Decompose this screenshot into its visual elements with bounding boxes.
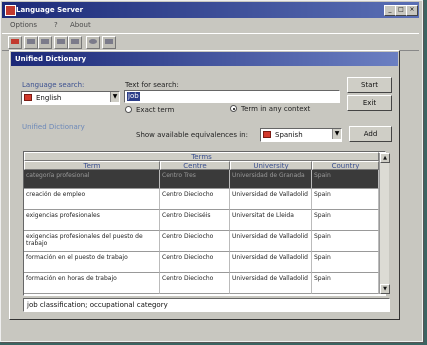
cell-term: exigencias profesionales: [24, 210, 160, 231]
table-row[interactable]: formación en el puesto de trabajo Centro…: [24, 252, 379, 273]
cell-university: Universidad de Valladolid: [230, 273, 312, 294]
cell-term: formación en horas de trabajo: [24, 273, 160, 294]
status-text: job classification; occupational categor…: [27, 301, 168, 309]
section-label: Unified Dictionary: [22, 123, 85, 131]
language-select[interactable]: English ▼: [21, 91, 120, 105]
equivalence-language-select[interactable]: Spanish ▼: [260, 128, 342, 142]
cell-term: creación de empleo: [24, 189, 160, 210]
toolbar: [2, 33, 419, 51]
cell-centre: Centro Dieciocho: [160, 231, 230, 252]
terms-group-header: Terms: [24, 152, 379, 161]
column-header-term[interactable]: Term: [24, 161, 160, 170]
exit-button[interactable]: Exit: [347, 95, 392, 111]
edit-tool-icon[interactable]: [38, 36, 52, 49]
flag-icon: [263, 131, 271, 138]
radio-any-label: Term in any context: [241, 105, 311, 113]
cell-country: Spain: [312, 231, 379, 252]
table-row[interactable]: categoría profesional Centro Tres Univer…: [24, 170, 379, 189]
cell-country: Spain: [312, 252, 379, 273]
cell-term: exigencias profesionales del puesto de t…: [24, 231, 160, 252]
column-header-university[interactable]: University: [230, 161, 312, 170]
table-scrollbar[interactable]: ▲ ▼: [379, 153, 390, 294]
cell-university: Universidad de Valladolid: [230, 189, 312, 210]
cell-country: Spain: [312, 189, 379, 210]
cell-university: Universidad de Granada: [230, 170, 312, 189]
column-header-centre[interactable]: Centre: [160, 161, 230, 170]
cell-centre: Centro Dieciocho: [160, 252, 230, 273]
app-title: Language Server: [16, 6, 84, 14]
chevron-down-icon: ▼: [332, 129, 341, 139]
search-input-value: job: [127, 92, 140, 101]
main-titlebar: Language Server _ □ ×: [2, 2, 419, 18]
radio-exact-label: Exact term: [136, 106, 175, 114]
table-row[interactable]: exigencias profesionales del puesto de t…: [24, 231, 379, 252]
copy-tool-icon[interactable]: [54, 36, 68, 49]
scroll-up-icon[interactable]: ▲: [380, 153, 390, 163]
dictionary-window: Unified Dictionary Language search: Engl…: [9, 50, 400, 320]
cell-term: formación en el puesto de trabajo: [24, 252, 160, 273]
chevron-down-icon: ▼: [110, 92, 119, 102]
table-row[interactable]: formación en horas de trabajo Centro Die…: [24, 273, 379, 294]
menu-bar: Options ? About: [2, 19, 419, 31]
equivalence-language-value: Spanish: [275, 131, 303, 139]
cell-country: Spain: [312, 170, 379, 189]
dictionary-tool-icon[interactable]: [8, 36, 22, 49]
show-equivalences-label: Show available equivalences in:: [136, 131, 248, 139]
menu-about[interactable]: About: [70, 19, 91, 31]
cell-term: categoría profesional: [24, 170, 160, 189]
flag-icon: [24, 94, 32, 101]
cell-university: Universidad de Valladolid: [230, 231, 312, 252]
cell-centre: Centro Dieciocho: [160, 189, 230, 210]
radio-any-context[interactable]: [230, 105, 237, 112]
menu-help[interactable]: ?: [54, 19, 58, 31]
search-input[interactable]: job: [124, 90, 340, 103]
add-button[interactable]: Add: [349, 126, 392, 142]
table-row[interactable]: exigencias profesionales Centro Dieciséi…: [24, 210, 379, 231]
start-button[interactable]: Start: [347, 77, 392, 93]
scroll-down-icon[interactable]: ▼: [380, 284, 390, 294]
cell-university: Universitat de Lleida: [230, 210, 312, 231]
paste-tool-icon[interactable]: [68, 36, 82, 49]
cell-university: Universidad de Valladolid: [230, 252, 312, 273]
radio-exact-term[interactable]: [125, 106, 132, 113]
column-header-country[interactable]: Country: [312, 161, 379, 170]
cell-centre: Centro Dieciséis: [160, 210, 230, 231]
globe-tool-icon[interactable]: [86, 36, 100, 49]
language-value: English: [36, 94, 62, 102]
close-button[interactable]: ×: [406, 5, 418, 16]
app-icon: [5, 5, 16, 16]
text-search-label: Text for search:: [125, 81, 179, 89]
cell-centre: Centro Tres: [160, 170, 230, 189]
window-tool-icon[interactable]: [102, 36, 116, 49]
menu-options[interactable]: Options: [10, 19, 37, 31]
table-row[interactable]: creación de empleo Centro Dieciocho Univ…: [24, 189, 379, 210]
results-table: Terms Term Centre University Country cat…: [23, 151, 386, 296]
document-tool-icon[interactable]: [24, 36, 38, 49]
cell-country: Spain: [312, 273, 379, 294]
language-search-label: Language search:: [22, 81, 85, 89]
dictionary-title: Unified Dictionary: [11, 52, 398, 66]
cell-country: Spain: [312, 210, 379, 231]
status-bar: job classification; occupational categor…: [23, 298, 390, 312]
cell-centre: Centro Dieciocho: [160, 273, 230, 294]
